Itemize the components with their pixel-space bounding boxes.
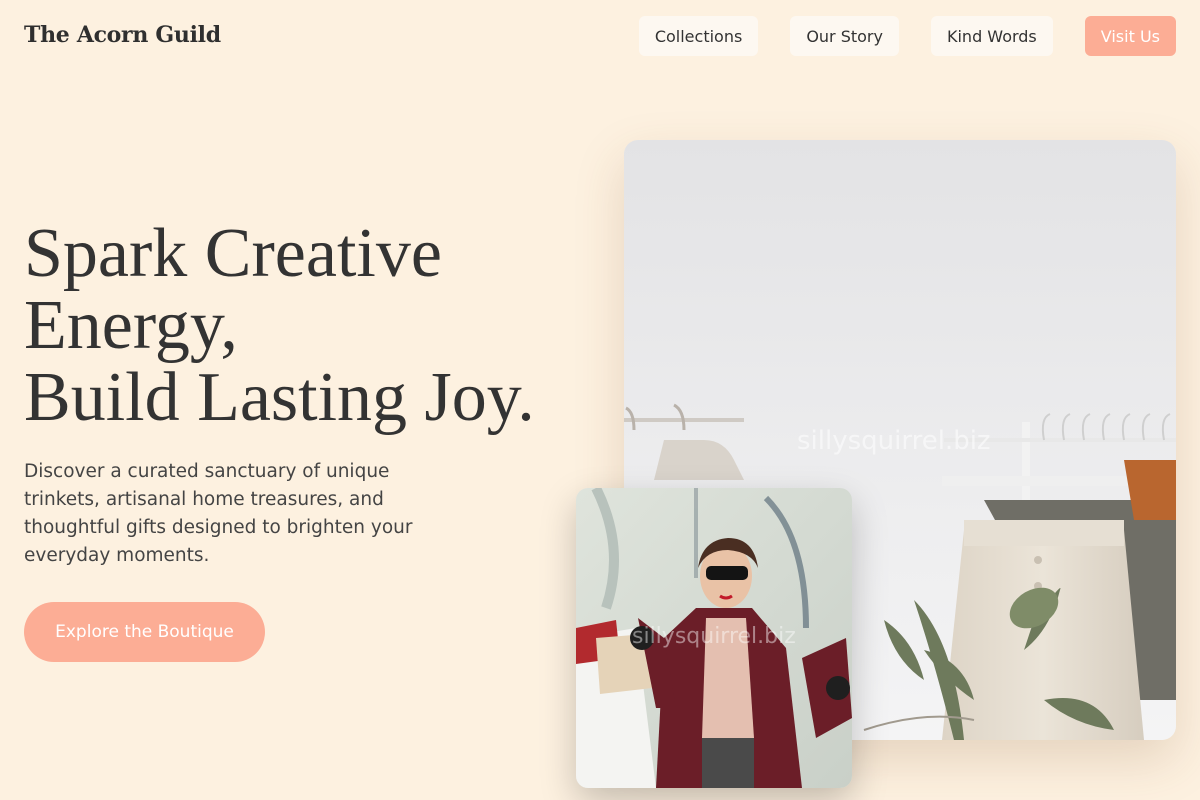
small-image-watermark: sillysquirrel.biz: [632, 624, 796, 649]
hero-title-line-3: Build Lasting Joy.: [24, 359, 535, 436]
nav-collections[interactable]: Collections: [638, 16, 759, 56]
hero-title-line-2: Energy,: [24, 287, 238, 364]
shopper-image: sillysquirrel.biz: [576, 488, 852, 788]
top-nav: Collections Our Story Kind Words Visit U…: [638, 16, 1176, 56]
nav-our-story[interactable]: Our Story: [790, 16, 899, 56]
nav-kind-words[interactable]: Kind Words: [930, 16, 1053, 56]
brand-logo[interactable]: The Acorn Guild: [24, 22, 221, 48]
explore-boutique-button[interactable]: Explore the Boutique: [24, 602, 265, 662]
hero-title: Spark Creative Energy, Build Lasting Joy…: [24, 218, 584, 434]
hero-title-line-1: Spark Creative: [24, 215, 442, 292]
hero-subtitle: Discover a curated sanctuary of unique t…: [24, 461, 413, 566]
main-image-watermark: sillysquirrel.biz: [797, 426, 991, 456]
visit-us-button[interactable]: Visit Us: [1084, 16, 1176, 56]
